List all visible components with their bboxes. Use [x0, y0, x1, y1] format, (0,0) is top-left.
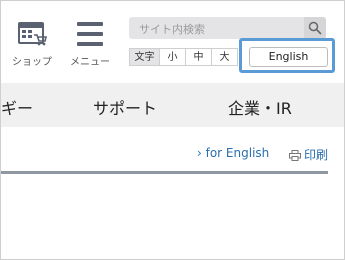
search-input[interactable]: サイト内検索: [139, 21, 205, 37]
section-divider: [1, 171, 328, 174]
english-button[interactable]: English: [249, 47, 328, 67]
search-button[interactable]: [304, 17, 326, 39]
nav-item-corporate-ir[interactable]: 企業・IR: [228, 95, 292, 119]
font-size-label: 文字: [129, 48, 160, 66]
shop-label: ショップ: [12, 57, 52, 68]
nav-item-energy[interactable]: ギー: [1, 95, 33, 119]
print-link[interactable]: 印刷: [289, 146, 328, 163]
shop-button[interactable]: ショップ: [6, 21, 58, 69]
font-size-large-button[interactable]: 大: [212, 48, 238, 66]
print-label: 印刷: [304, 148, 329, 162]
font-size-control: 文字 小 中 大: [129, 48, 238, 66]
menu-icon: [77, 22, 103, 46]
search-icon: [308, 21, 322, 35]
menu-label: メニュー: [70, 57, 110, 68]
font-size-small-button[interactable]: 小: [160, 48, 186, 66]
site-header: ショップ メニュー サイト内検索 文字 小 中 大 English: [1, 1, 344, 83]
nav-item-support[interactable]: サポート: [93, 95, 157, 119]
search-box[interactable]: サイト内検索: [129, 17, 326, 39]
page-frame: ショップ メニュー サイト内検索 文字 小 中 大 English ギー サポー…: [0, 0, 345, 260]
shop-icon: [18, 22, 47, 46]
for-english-link[interactable]: › for English: [197, 146, 269, 160]
global-nav: ギー サポート 企業・IR: [1, 83, 344, 127]
printer-icon: [289, 150, 301, 161]
font-size-medium-button[interactable]: 中: [186, 48, 212, 66]
menu-button[interactable]: メニュー: [64, 21, 116, 69]
